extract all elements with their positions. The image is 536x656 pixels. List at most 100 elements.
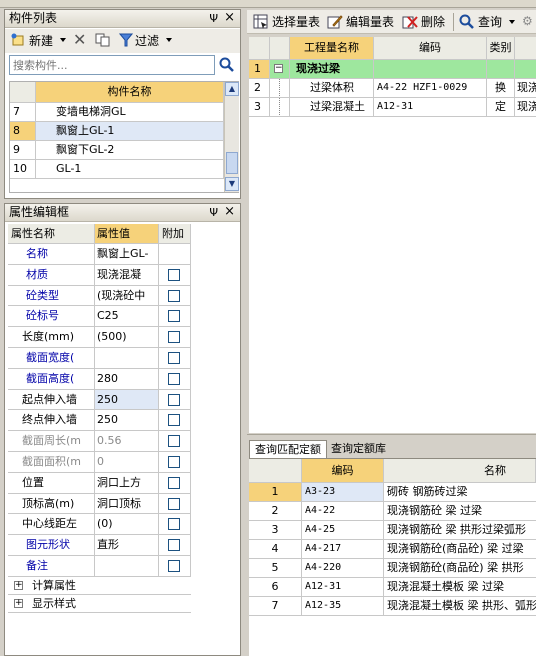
attach-checkbox[interactable] xyxy=(168,560,180,572)
scroll-down-button[interactable]: ▼ xyxy=(225,177,239,191)
new-button[interactable]: 新建 xyxy=(29,30,53,52)
property-value-field[interactable]: 280 xyxy=(95,368,159,390)
attach-checkbox[interactable] xyxy=(168,289,180,302)
attach-checkbox[interactable] xyxy=(168,518,180,531)
pin-icon[interactable]: Ψ xyxy=(209,10,218,27)
property-value-field[interactable]: (现浇砼中 xyxy=(95,285,159,307)
dropdown-arrow-icon[interactable] xyxy=(60,38,66,42)
property-value-field[interactable]: 洞口顶标 xyxy=(95,493,159,515)
tab-quota-library[interactable]: 查询定额库 xyxy=(329,441,388,458)
property-value-field[interactable]: 飘窗上GL- xyxy=(95,244,159,265)
attach-checkbox[interactable] xyxy=(168,456,180,468)
quota-code[interactable]: A3-23 xyxy=(302,483,384,502)
property-value-field[interactable]: 直形 xyxy=(95,535,159,556)
quantity-extra[interactable] xyxy=(515,60,536,79)
quota-name[interactable]: 现浇混凝土模板 梁 拱形、弧形 xyxy=(384,597,536,616)
quantity-category[interactable] xyxy=(487,60,515,79)
attach-checkbox[interactable] xyxy=(168,352,180,364)
search-icon[interactable] xyxy=(219,57,235,73)
scroll-thumb[interactable] xyxy=(226,152,238,174)
quota-name[interactable]: 现浇钢筋砼(商品砼) 梁 过梁 xyxy=(384,540,536,559)
component-name[interactable]: 飘窗上GL-1 xyxy=(36,122,224,141)
property-value-field[interactable]: 0 xyxy=(95,452,159,473)
quota-name-header[interactable]: 名称 xyxy=(384,459,536,483)
quantity-code[interactable] xyxy=(374,60,487,79)
overflow-icon[interactable]: ⚙ xyxy=(522,14,533,28)
attach-checkbox[interactable] xyxy=(168,539,180,552)
quota-code[interactable]: A4-25 xyxy=(302,521,384,540)
quantity-name-header[interactable]: 工程量名称 xyxy=(290,37,374,60)
attach-checkbox[interactable] xyxy=(168,393,180,406)
edit-table-button[interactable]: 编辑量表 xyxy=(346,11,394,33)
quantity-extra[interactable]: 现浇 xyxy=(515,79,536,98)
copy-icon[interactable] xyxy=(95,33,111,47)
property-group-row[interactable]: + 计算属性 xyxy=(8,577,191,595)
component-search-input[interactable] xyxy=(9,55,215,75)
query-button[interactable]: 查询 xyxy=(478,11,502,33)
property-value-field[interactable]: 现浇混凝 xyxy=(95,264,159,286)
delete-row-button[interactable]: 删除 xyxy=(421,11,445,33)
quota-code[interactable]: A12-35 xyxy=(302,597,384,616)
component-name[interactable]: 飘窗下GL-2 xyxy=(36,141,224,160)
property-group-row[interactable]: + 显示样式 xyxy=(8,595,191,613)
component-list-scrollbar[interactable]: ▲ ▼ xyxy=(224,82,239,192)
quantity-name[interactable]: 现浇过梁 xyxy=(290,60,374,79)
attach-checkbox[interactable] xyxy=(168,331,180,344)
quantity-code[interactable]: A4-22 HZF1-0029 xyxy=(374,79,487,98)
property-value-field[interactable]: (0) xyxy=(95,514,159,536)
quota-code-header[interactable]: 编码 xyxy=(302,459,384,483)
property-value-field[interactable]: 250 xyxy=(95,389,159,411)
quantity-category[interactable]: 换 xyxy=(487,79,515,98)
scroll-up-button[interactable]: ▲ xyxy=(225,82,239,96)
filter-dropdown-icon[interactable] xyxy=(166,38,172,42)
quantity-extra[interactable]: 现浇 xyxy=(515,98,536,117)
expand-toggle-icon[interactable]: + xyxy=(14,598,23,608)
property-value-field[interactable]: 洞口上方 xyxy=(95,472,159,494)
quota-name[interactable]: 现浇混凝土模板 梁 过梁 xyxy=(384,578,536,597)
select-table-button[interactable]: 选择量表 xyxy=(272,11,320,33)
query-dropdown-icon[interactable] xyxy=(509,20,515,24)
component-name-header[interactable]: 构件名称 xyxy=(36,82,224,103)
attach-checkbox[interactable] xyxy=(168,476,180,489)
property-value-field[interactable]: (500) xyxy=(95,327,159,348)
quantity-extra-header[interactable] xyxy=(515,37,536,60)
property-value-field[interactable]: 0.56 xyxy=(95,431,159,452)
quantity-name[interactable]: 过梁混凝土 xyxy=(290,98,374,117)
pin-icon[interactable]: Ψ xyxy=(209,204,218,221)
quota-code[interactable]: A4-22 xyxy=(302,502,384,521)
component-name[interactable]: 变墙电梯洞GL xyxy=(36,103,224,122)
filter-icon[interactable] xyxy=(118,33,134,47)
quota-name[interactable]: 现浇钢筋砼(商品砼) 梁 拱形 xyxy=(384,559,536,578)
quota-name[interactable]: 现浇钢筋砼 梁 拱形过梁弧形 xyxy=(384,521,536,540)
property-value-field[interactable]: 250 xyxy=(95,410,159,432)
attach-checkbox[interactable] xyxy=(168,497,180,510)
filter-button[interactable]: 过滤 xyxy=(135,30,159,52)
tab-quota-match[interactable]: 查询匹配定额 xyxy=(249,440,327,458)
attach-checkbox[interactable] xyxy=(168,310,180,323)
property-value-field[interactable] xyxy=(95,348,159,369)
quantity-category-header[interactable]: 类别 xyxy=(487,37,515,60)
attach-checkbox[interactable] xyxy=(168,414,180,427)
property-value-field[interactable]: C25 xyxy=(95,306,159,328)
row-number: 8 xyxy=(10,122,36,141)
property-extra-cell xyxy=(159,368,191,390)
quota-code[interactable]: A4-217 xyxy=(302,540,384,559)
quantity-category[interactable]: 定 xyxy=(487,98,515,117)
attach-checkbox[interactable] xyxy=(168,268,180,281)
quantity-code-header[interactable]: 编码 xyxy=(374,37,487,60)
quantity-name[interactable]: 过梁体积 xyxy=(290,79,374,98)
attach-checkbox[interactable] xyxy=(168,435,180,448)
attach-checkbox[interactable] xyxy=(168,372,180,385)
quota-name[interactable]: 砌砖 钢筋砖过梁 xyxy=(384,483,536,502)
delete-icon[interactable]: ✕ xyxy=(73,30,86,49)
close-icon[interactable]: × xyxy=(224,203,235,220)
property-value-field[interactable] xyxy=(95,556,159,577)
close-icon[interactable]: × xyxy=(224,9,235,26)
quota-code[interactable]: A12-31 xyxy=(302,578,384,597)
expand-toggle-icon[interactable]: + xyxy=(14,580,23,590)
quota-code[interactable]: A4-220 xyxy=(302,559,384,578)
quantity-code[interactable]: A12-31 xyxy=(374,98,487,117)
quota-name[interactable]: 现浇钢筋砼 梁 过梁 xyxy=(384,502,536,521)
collapse-toggle-icon[interactable]: − xyxy=(274,64,283,73)
component-name[interactable]: GL-1 xyxy=(36,160,224,179)
